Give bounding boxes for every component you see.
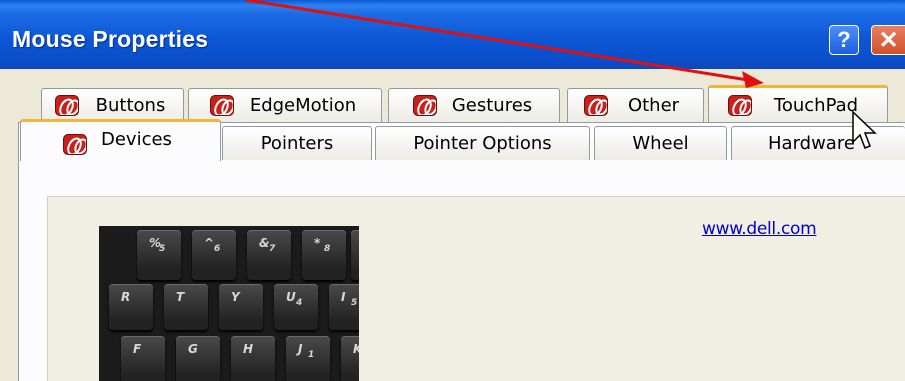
title-bar[interactable]: Mouse Properties ? ✕ (0, 0, 905, 69)
synaptics-logo-icon (413, 95, 437, 116)
tab-label: EdgeMotion (249, 95, 357, 116)
tab-label: Other (627, 95, 680, 116)
tab-wheel[interactable]: Wheel (594, 126, 727, 160)
tab-buttons[interactable]: Buttons (41, 88, 184, 122)
tab-label: Devices (101, 129, 172, 150)
synaptics-logo-icon (584, 95, 608, 116)
keyboard-key: % 5 (137, 230, 181, 280)
tab-label: Buttons (95, 95, 166, 116)
tab-gestures[interactable]: Gestures (388, 88, 560, 122)
keyboard-key: R (109, 284, 153, 330)
tab-label: Wheel (632, 133, 689, 154)
tab-pointer-options[interactable]: Pointer Options (375, 126, 590, 160)
keyboard-key: G (176, 336, 220, 381)
keyboard-key: I5 (329, 284, 359, 330)
tab-pointers[interactable]: Pointers (222, 126, 372, 160)
keyboard-key: & 7 (247, 230, 291, 280)
keyboard-key: F (121, 336, 165, 381)
tab-other[interactable]: Other (567, 88, 704, 122)
synaptics-logo-icon (55, 95, 79, 116)
tab-label: Pointers (260, 133, 334, 154)
tab-label: TouchPad (773, 94, 859, 116)
synaptics-logo-icon (728, 95, 752, 116)
synaptics-logo-icon (63, 134, 87, 155)
keyboard-key (351, 230, 359, 280)
keyboard-image: %5 ^6 &7 *8 R T Y U4 I5 F G H J1 K (99, 226, 359, 381)
keyboard-key: ^ 6 (192, 230, 236, 280)
tab-label: Pointer Options (413, 133, 552, 154)
window-title: Mouse Properties (12, 26, 209, 52)
tab-edgemotion[interactable]: EdgeMotion (188, 88, 382, 122)
keyboard-key: U4 (274, 284, 318, 330)
synaptics-logo-icon (210, 95, 234, 116)
tab-label: Hardware (768, 133, 855, 154)
help-button[interactable]: ? (829, 25, 859, 55)
keyboard-key: J1 (286, 336, 330, 381)
tab-hardware[interactable]: Hardware (731, 126, 905, 160)
tab-devices[interactable]: Devices (20, 119, 221, 161)
keyboard-key: K (341, 336, 359, 381)
keyboard-key: T (164, 284, 208, 330)
dell-website-link[interactable]: www.dell.com (702, 219, 817, 239)
keyboard-key: * 8 (302, 230, 346, 280)
close-button[interactable]: ✕ (871, 25, 905, 55)
tab-label: Gestures (451, 95, 533, 116)
keyboard-key: Y (219, 284, 263, 330)
keyboard-key: H (231, 336, 275, 381)
mouse-pointer-icon (852, 110, 877, 149)
